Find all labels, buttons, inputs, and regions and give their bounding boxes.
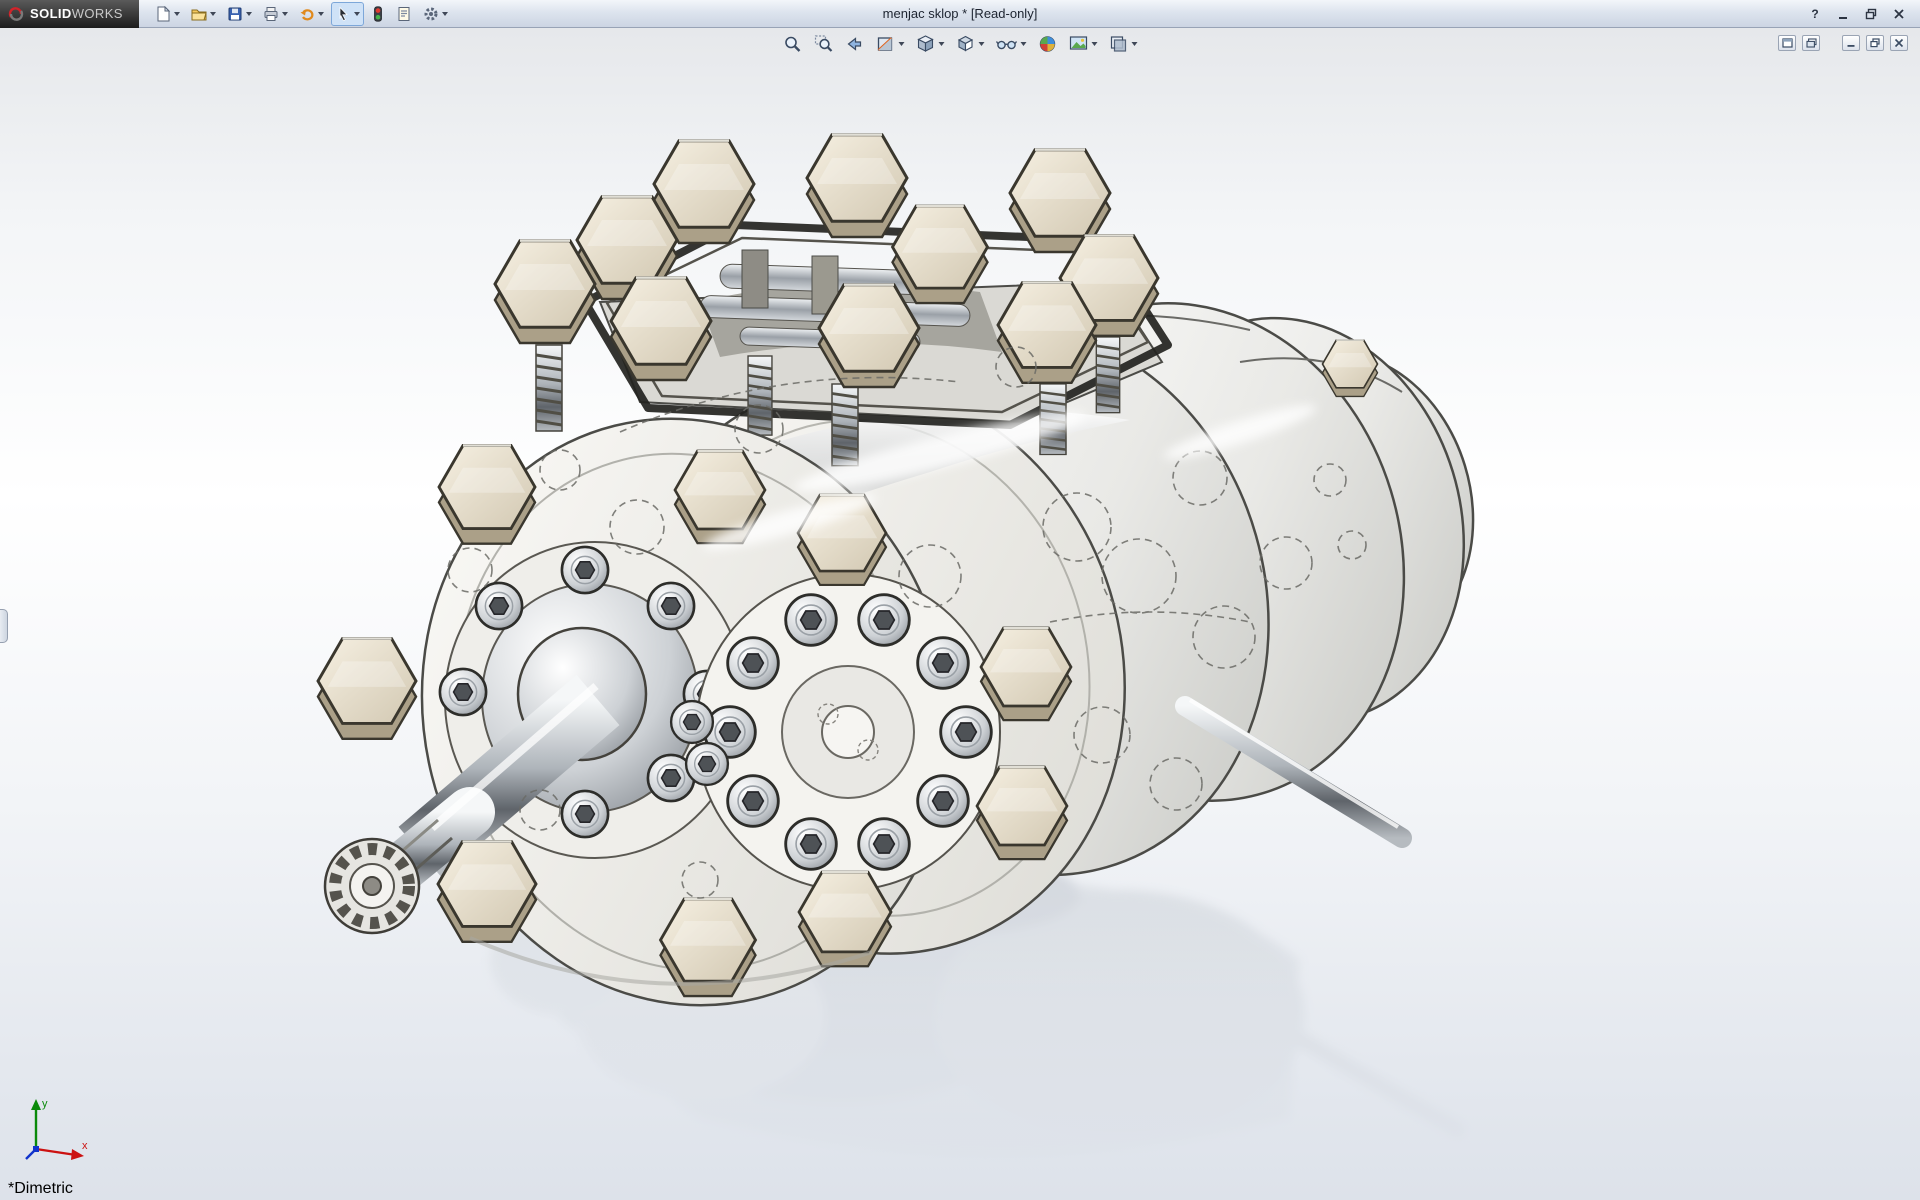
dropdown-caret[interactable] bbox=[210, 12, 216, 16]
previous-view-icon bbox=[845, 34, 865, 54]
doc-minimize-icon bbox=[1846, 38, 1856, 48]
restore-button[interactable] bbox=[1862, 5, 1880, 23]
section-view-button[interactable] bbox=[873, 32, 908, 56]
previous-view-button[interactable] bbox=[842, 32, 868, 56]
options-gear-icon bbox=[423, 6, 439, 22]
select-cursor-icon bbox=[335, 6, 351, 22]
apply-scene-icon bbox=[1069, 34, 1089, 54]
doc-close-button[interactable] bbox=[1890, 35, 1908, 51]
save-icon bbox=[227, 6, 243, 22]
options-button[interactable] bbox=[419, 2, 452, 26]
3ds-logo-icon bbox=[8, 6, 24, 22]
dropdown-caret[interactable] bbox=[979, 42, 985, 46]
dropdown-caret[interactable] bbox=[899, 42, 905, 46]
doc-minimize-button[interactable] bbox=[1842, 35, 1860, 51]
dropdown-caret[interactable] bbox=[939, 42, 945, 46]
hide-show-glasses-icon bbox=[996, 34, 1018, 54]
triad-y-label: y bbox=[42, 1098, 48, 1110]
rebuild-icon bbox=[371, 6, 385, 22]
collapsed-panel-tab[interactable] bbox=[0, 609, 8, 643]
doc-restore-button[interactable] bbox=[1866, 35, 1884, 51]
dropdown-caret[interactable] bbox=[354, 12, 360, 16]
minimize-button[interactable] bbox=[1834, 5, 1852, 23]
graphics-area[interactable]: x y *Dimetric bbox=[0, 28, 1920, 1200]
rebuild-button[interactable] bbox=[367, 2, 389, 26]
view-settings-icon bbox=[1109, 34, 1129, 54]
triad-x-label: x bbox=[82, 1140, 88, 1152]
display-style-button[interactable] bbox=[953, 32, 988, 56]
edit-appearance-ball-icon bbox=[1038, 34, 1058, 54]
view-orientation-label: *Dimetric bbox=[8, 1180, 73, 1198]
doc-window-left-button[interactable] bbox=[1778, 35, 1796, 51]
window-controls: ? bbox=[1806, 5, 1920, 23]
display-style-icon bbox=[956, 34, 976, 54]
help-button[interactable]: ? bbox=[1806, 5, 1824, 23]
view-settings-button[interactable] bbox=[1106, 32, 1141, 56]
zoom-to-area-icon bbox=[814, 34, 834, 54]
edit-appearance-button[interactable] bbox=[1035, 32, 1061, 56]
dropdown-caret[interactable] bbox=[318, 12, 324, 16]
view-orientation-button[interactable] bbox=[913, 32, 948, 56]
doc-window-right-button[interactable] bbox=[1802, 35, 1820, 51]
titlebar-toolbar bbox=[139, 2, 452, 26]
undo-button[interactable] bbox=[295, 2, 328, 26]
3d-model-viewport[interactable] bbox=[0, 28, 1920, 1200]
brand-text: SOLIDWORKS bbox=[30, 6, 123, 21]
dropdown-caret[interactable] bbox=[1021, 42, 1027, 46]
apply-scene-button[interactable] bbox=[1066, 32, 1101, 56]
zoom-to-area-button[interactable] bbox=[811, 32, 837, 56]
new-document-button[interactable] bbox=[151, 2, 184, 26]
document-window-controls bbox=[1778, 35, 1908, 51]
zoom-to-fit-icon bbox=[783, 34, 803, 54]
close-icon bbox=[1893, 8, 1905, 20]
open-folder-icon bbox=[191, 6, 207, 22]
solidworks-window: SOLIDWORKS bbox=[0, 0, 1920, 1200]
restore-icon bbox=[1865, 8, 1877, 20]
dropdown-caret[interactable] bbox=[246, 12, 252, 16]
headsup-view-toolbar bbox=[780, 32, 1141, 56]
select-button[interactable] bbox=[331, 2, 364, 26]
save-button[interactable] bbox=[223, 2, 256, 26]
close-button[interactable] bbox=[1890, 5, 1908, 23]
file-properties-button[interactable] bbox=[392, 2, 416, 26]
dropdown-caret[interactable] bbox=[442, 12, 448, 16]
file-properties-icon bbox=[396, 6, 412, 22]
doc-restore-icon bbox=[1870, 38, 1880, 48]
doc-close-icon bbox=[1894, 38, 1904, 48]
hide-show-items-button[interactable] bbox=[993, 32, 1030, 56]
dropdown-caret[interactable] bbox=[1092, 42, 1098, 46]
print-button[interactable] bbox=[259, 2, 292, 26]
open-button[interactable] bbox=[187, 2, 220, 26]
solidworks-logo: SOLIDWORKS bbox=[0, 0, 139, 28]
dropdown-caret[interactable] bbox=[174, 12, 180, 16]
reference-triad: x y bbox=[18, 1093, 96, 1172]
titlebar: SOLIDWORKS bbox=[0, 0, 1920, 28]
print-icon bbox=[263, 6, 279, 22]
zoom-to-fit-button[interactable] bbox=[780, 32, 806, 56]
window-tile-icon bbox=[1782, 38, 1793, 48]
section-view-icon bbox=[876, 34, 896, 54]
dropdown-caret[interactable] bbox=[282, 12, 288, 16]
view-orientation-cube-icon bbox=[916, 34, 936, 54]
window-cascade-icon bbox=[1806, 38, 1817, 48]
undo-icon bbox=[299, 6, 315, 22]
dropdown-caret[interactable] bbox=[1132, 42, 1138, 46]
minimize-icon bbox=[1837, 8, 1849, 20]
new-document-icon bbox=[155, 6, 171, 22]
